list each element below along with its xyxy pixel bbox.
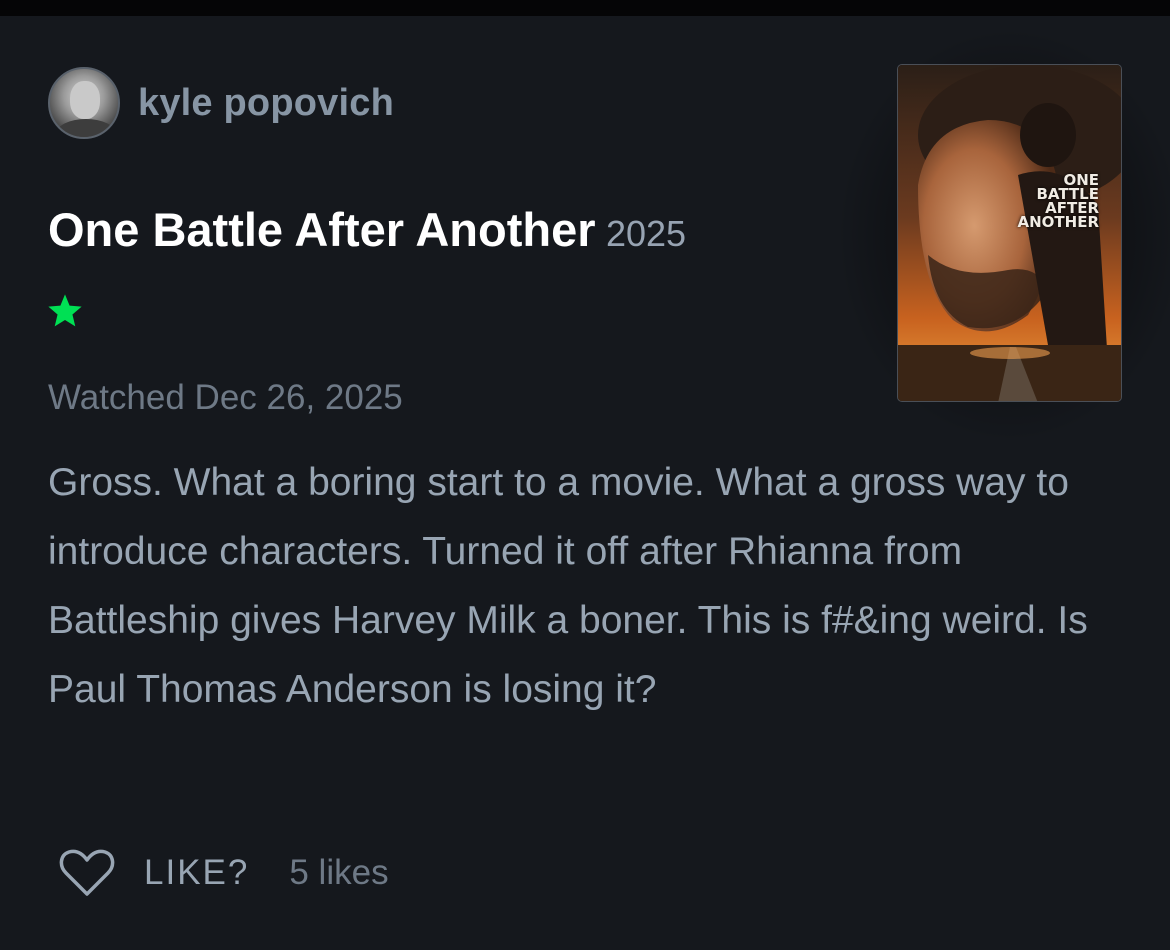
poster-artwork	[898, 65, 1121, 401]
avatar[interactable]	[48, 67, 120, 139]
film-year[interactable]: 2025	[606, 213, 686, 254]
top-bar	[0, 0, 1170, 16]
film-title[interactable]: One Battle After Another	[48, 203, 596, 256]
avatar-head	[70, 81, 100, 119]
like-row: LIKE? 5 likes	[58, 845, 389, 901]
film-poster[interactable]: ONE BATTLE AFTER ANOTHER	[897, 64, 1122, 402]
poster-line: ANOTHER	[1017, 213, 1100, 231]
likes-count[interactable]: 5 likes	[289, 853, 388, 893]
reviewer-info[interactable]: kyle popovich	[48, 66, 394, 140]
heart-icon[interactable]	[58, 848, 116, 898]
film-title-row: One Battle After Another 2025	[48, 202, 686, 257]
poster-title: ONE BATTLE AFTER ANOTHER	[1017, 173, 1100, 231]
star-icon	[48, 294, 82, 327]
avatar-shoulders	[56, 119, 116, 137]
review-text: Gross. What a boring start to a movie. W…	[48, 461, 1088, 711]
reviewer-name[interactable]: kyle popovich	[138, 82, 394, 125]
watched-date: Watched Dec 26, 2025	[48, 378, 403, 417]
like-button[interactable]: LIKE?	[144, 853, 249, 893]
